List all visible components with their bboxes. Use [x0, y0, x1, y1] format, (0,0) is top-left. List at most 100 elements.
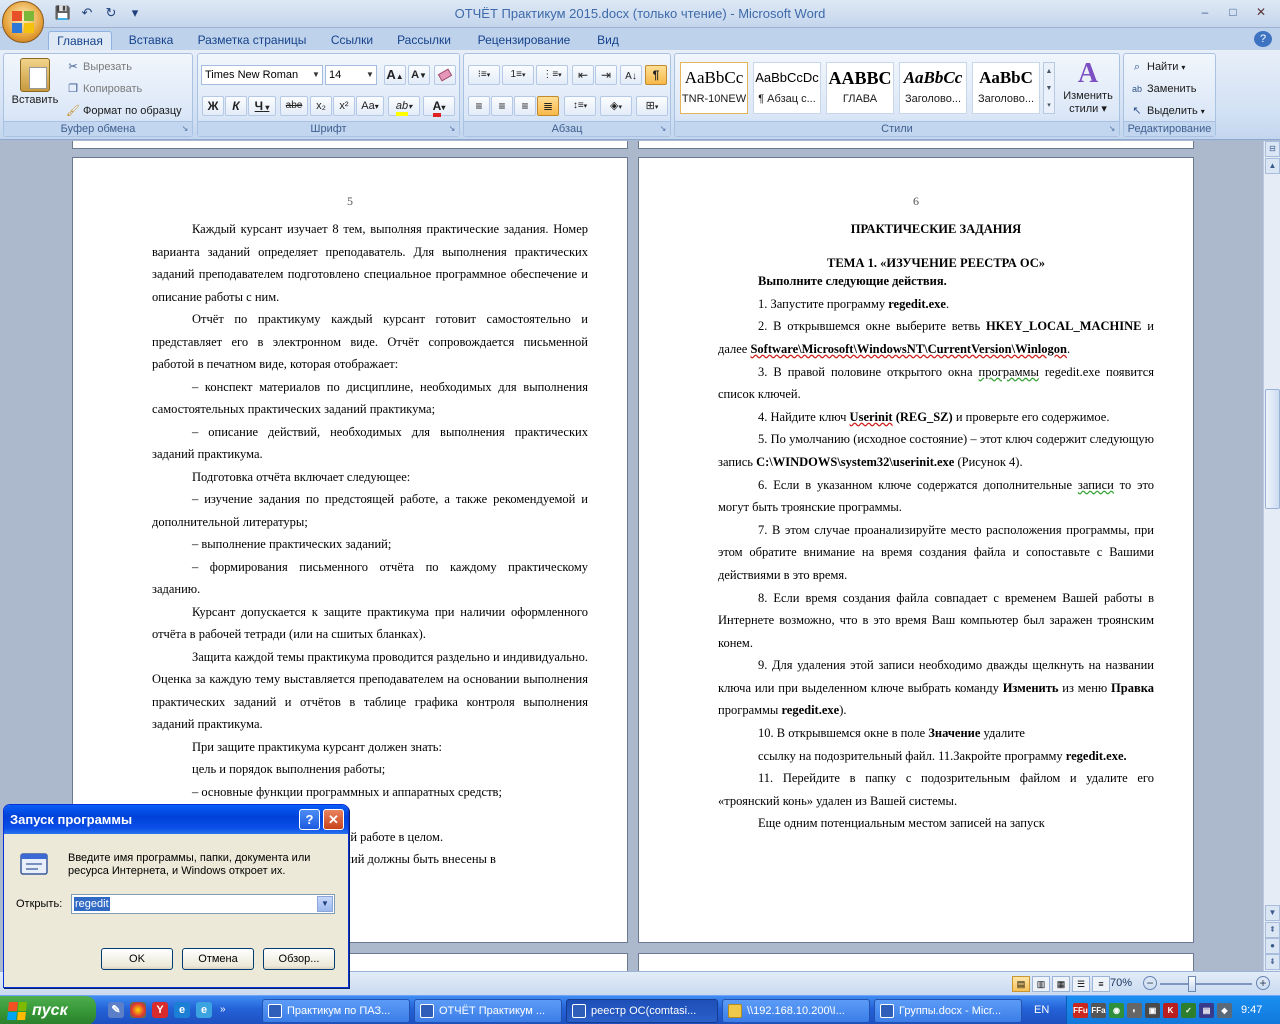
- next-page-icon[interactable]: ⇟: [1265, 954, 1280, 970]
- zoom-slider[interactable]: [1160, 983, 1252, 985]
- tray-ffa-icon[interactable]: FFa: [1091, 1003, 1106, 1018]
- previous-page-icon[interactable]: ⇞: [1265, 922, 1280, 938]
- language-indicator[interactable]: EN: [1034, 1004, 1049, 1016]
- quicklaunch-more-icon[interactable]: »: [220, 1004, 226, 1015]
- find-button[interactable]: ⌕ Найти ▾: [1130, 60, 1186, 74]
- close-button[interactable]: ✕: [1248, 3, 1274, 21]
- style-heading-2[interactable]: AaBbC Заголово...: [972, 62, 1040, 114]
- notepad-launch-icon[interactable]: ✎: [108, 1002, 124, 1018]
- draft-view-button[interactable]: ≡: [1092, 976, 1110, 992]
- bold-button[interactable]: Ж: [202, 96, 224, 116]
- web-layout-button[interactable]: ▦: [1052, 976, 1070, 992]
- borders-button[interactable]: ⊞▾: [636, 96, 668, 116]
- cancel-button[interactable]: Отмена: [182, 948, 254, 970]
- zoom-level[interactable]: 70%: [1110, 977, 1132, 989]
- scroll-down-arrow-icon[interactable]: ▼: [1265, 905, 1280, 921]
- full-screen-reading-button[interactable]: ▥: [1032, 976, 1050, 992]
- replace-button[interactable]: ab Заменить: [1130, 82, 1196, 96]
- outline-view-button[interactable]: ☰: [1072, 976, 1090, 992]
- minimize-button[interactable]: –: [1192, 3, 1218, 21]
- tab-review[interactable]: Рецензирование: [466, 31, 582, 50]
- tray-app-icon[interactable]: ▣: [1145, 1003, 1160, 1018]
- tab-page-layout[interactable]: Разметка страницы: [192, 31, 312, 50]
- help-button[interactable]: ?: [299, 809, 320, 830]
- help-icon[interactable]: ?: [1254, 31, 1272, 47]
- tray-volume-icon[interactable]: ◐: [1127, 1003, 1142, 1018]
- scroll-up-arrow-icon[interactable]: ▲: [1265, 158, 1280, 174]
- tab-insert[interactable]: Вставка: [120, 31, 182, 50]
- shading-button[interactable]: ◈▾: [600, 96, 632, 116]
- select-browse-object-icon[interactable]: ●: [1265, 938, 1280, 954]
- justify-button[interactable]: ≣: [537, 96, 559, 116]
- paste-button[interactable]: Вставить: [8, 58, 62, 118]
- dialog-launcher-icon[interactable]: ↘: [180, 124, 190, 134]
- tab-home[interactable]: Главная: [48, 31, 112, 50]
- zoom-out-icon[interactable]: −: [1143, 976, 1157, 990]
- dialog-launcher-icon[interactable]: ↘: [1107, 124, 1117, 134]
- ie-launch-icon[interactable]: e: [174, 1002, 190, 1018]
- strikethrough-button[interactable]: abe: [280, 96, 308, 116]
- grow-font-button[interactable]: A▲: [384, 65, 406, 85]
- dialog-launcher-icon[interactable]: ↘: [447, 124, 457, 134]
- numbering-button[interactable]: 1≡▾: [502, 65, 534, 85]
- line-spacing-button[interactable]: ↕≡▾: [564, 96, 596, 116]
- tray-check-icon[interactable]: ✓: [1181, 1003, 1196, 1018]
- ok-button[interactable]: OK: [101, 948, 173, 970]
- style-chapter[interactable]: AABBC ГЛАВА: [826, 62, 894, 114]
- superscript-button[interactable]: x²: [333, 96, 355, 116]
- shrink-font-button[interactable]: A▼: [408, 65, 430, 85]
- vertical-scrollbar[interactable]: ⊟ ▲ ▼ ⇞ ● ⇟: [1263, 141, 1280, 971]
- run-input[interactable]: regedit ▼: [71, 894, 335, 914]
- dialog-close-button[interactable]: ✕: [323, 809, 344, 830]
- taskbar-item-gruppy[interactable]: Группы.docx - Micr...: [874, 999, 1022, 1023]
- yandex-launch-icon[interactable]: Y: [152, 1002, 168, 1018]
- tray-ffu-icon[interactable]: FFu: [1073, 1003, 1088, 1018]
- clear-format-button[interactable]: [434, 65, 456, 85]
- ruler-toggle-icon[interactable]: ⊟: [1265, 141, 1280, 157]
- underline-button[interactable]: Ч ▾: [248, 96, 276, 116]
- format-painter-button[interactable]: 🖌 Формат по образцу: [66, 104, 182, 118]
- styles-scroll[interactable]: ▲ ▼ ▾: [1043, 62, 1055, 114]
- style-tnr-10new[interactable]: AaBbCc TNR-10NEW: [680, 62, 748, 114]
- copy-button[interactable]: ❐ Копировать: [66, 82, 142, 96]
- multilevel-list-button[interactable]: ⋮≡▾: [536, 65, 568, 85]
- change-styles-button[interactable]: A Изменить стили ▾: [1059, 58, 1117, 115]
- browse-button[interactable]: Обзор...: [263, 948, 335, 970]
- cut-button[interactable]: ✂ Вырезать: [66, 60, 132, 74]
- chrome-launch-icon[interactable]: [130, 1002, 146, 1018]
- bullets-button[interactable]: ⁝≡▾: [468, 65, 500, 85]
- font-name-combo[interactable]: Times New Roman ▼: [201, 65, 323, 85]
- decrease-indent-button[interactable]: ⇤: [572, 65, 594, 85]
- align-center-button[interactable]: ≡: [491, 96, 513, 116]
- style-paragraph[interactable]: AaBbCcDc ¶ Абзац с...: [753, 62, 821, 114]
- start-button[interactable]: пуск: [0, 996, 96, 1024]
- highlight-button[interactable]: ab▾: [388, 96, 420, 116]
- font-color-button[interactable]: A▾: [423, 96, 455, 117]
- dialog-launcher-icon[interactable]: ↘: [658, 124, 668, 134]
- taskbar-item-otchet[interactable]: ОТЧЁТ Практикум ...: [414, 999, 562, 1023]
- tab-mailings[interactable]: Рассылки: [392, 31, 456, 50]
- style-heading-1[interactable]: AaBbCc Заголово...: [899, 62, 967, 114]
- tray-antivirus-icon[interactable]: K: [1163, 1003, 1178, 1018]
- print-layout-view-button[interactable]: ▤: [1012, 976, 1030, 992]
- subscript-button[interactable]: x₂: [310, 96, 332, 116]
- dropdown-arrow-icon[interactable]: ▼: [317, 896, 333, 912]
- taskbar-item-network-folder[interactable]: \\192.168.10.200\I...: [722, 999, 870, 1023]
- tray-security-icon[interactable]: ◆: [1217, 1003, 1232, 1018]
- tab-references[interactable]: Ссылки: [322, 31, 382, 50]
- change-case-button[interactable]: Aa▾: [356, 96, 384, 116]
- zoom-in-icon[interactable]: +: [1256, 976, 1270, 990]
- align-right-button[interactable]: ≡: [514, 96, 536, 116]
- show-marks-button[interactable]: ¶: [645, 65, 667, 85]
- maximize-button[interactable]: □: [1220, 3, 1246, 21]
- zoom-slider-thumb[interactable]: [1188, 976, 1196, 992]
- align-left-button[interactable]: ≡: [468, 96, 490, 116]
- italic-button[interactable]: К: [225, 96, 247, 116]
- ie-alt-launch-icon[interactable]: e: [196, 1002, 212, 1018]
- page-6[interactable]: 6 ПРАКТИЧЕСКИЕ ЗАДАНИЯ ТЕМА 1. «ИЗУЧЕНИЕ…: [638, 157, 1194, 943]
- taskbar-item-reestr[interactable]: реестр ОС(comtasi...: [566, 999, 718, 1023]
- font-size-combo[interactable]: 14 ▼: [325, 65, 377, 85]
- select-button[interactable]: ↖ Выделить ▾: [1130, 104, 1204, 118]
- sort-button[interactable]: A↓: [620, 65, 642, 85]
- tab-view[interactable]: Вид: [592, 31, 624, 50]
